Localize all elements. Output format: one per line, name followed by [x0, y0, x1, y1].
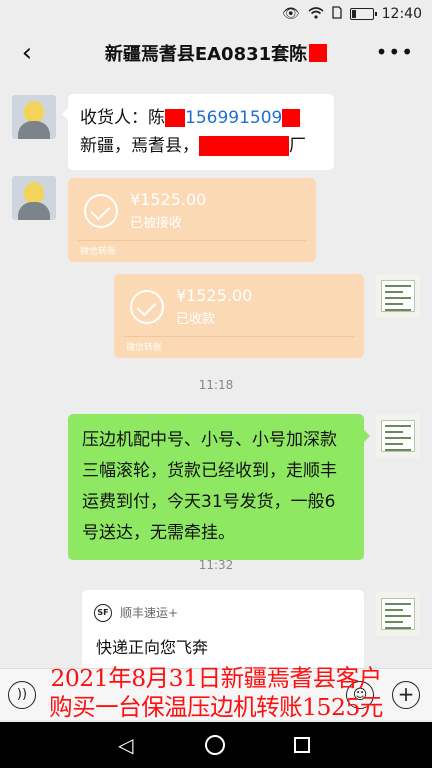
battery-icon	[349, 8, 377, 20]
transfer-status: 已收款	[176, 312, 216, 327]
sf-express-card[interactable]: SF 顺丰速运+ 快递正向您飞奔	[82, 590, 364, 670]
my-avatar[interactable]	[376, 592, 420, 636]
address-line-1: 收货人：陈 156991509	[80, 104, 322, 132]
redaction-box	[309, 44, 328, 62]
sim-icon	[331, 6, 342, 22]
chat-title: 新疆焉耆县EA0831套陈	[105, 40, 328, 66]
status-time: 12:40	[381, 6, 422, 22]
my-avatar[interactable]	[376, 274, 420, 318]
timestamp: 11:18	[198, 378, 234, 392]
sf-card-name: 顺丰速运+	[120, 606, 179, 620]
divider	[78, 240, 306, 241]
my-avatar[interactable]	[376, 414, 420, 458]
chevron-left-icon[interactable]: ‹	[12, 36, 42, 70]
transfer-amount: ¥1525.00	[130, 190, 207, 209]
contact-avatar[interactable]	[12, 176, 56, 220]
system-nav-bar: ◁	[0, 722, 432, 768]
redaction-box	[199, 136, 289, 156]
shipping-note-message: 压边机配中号、小号、小号加深款三幅滚轮，货款已经收到，走顺丰运费到付，今天31号…	[68, 414, 370, 560]
sf-card-message: 快递正向您飞奔	[96, 638, 209, 657]
nav-back-icon[interactable]: ◁	[118, 734, 133, 756]
chat-header: ‹ 新疆焉耆县EA0831套陈 •••	[0, 28, 432, 78]
redaction-box	[165, 109, 185, 127]
phone-link[interactable]: 156991509	[185, 108, 282, 128]
nav-recents-icon[interactable]	[294, 737, 310, 753]
transfer-footer: 微信转账	[126, 343, 163, 353]
status-bar: 👁 12:40	[0, 0, 432, 28]
redaction-box	[282, 109, 301, 127]
address-message: 收货人：陈 156991509 新疆，焉耆县，厂	[62, 94, 334, 170]
transfer-card-received[interactable]: ¥1525.00 已被接收 微信转账	[68, 178, 316, 262]
transfer-status: 已被接收	[130, 216, 183, 231]
check-circle-icon	[84, 194, 118, 228]
more-dots-icon[interactable]: •••	[376, 40, 414, 64]
timestamp: 11:32	[198, 558, 234, 572]
caption-line-1: 2021年8月31日新疆焉耆县客户	[50, 664, 382, 692]
caption-line-2: 购买一台保温压边机转账1525元	[49, 693, 383, 721]
divider	[124, 336, 354, 337]
address-line-2: 新疆，焉耆县，厂	[80, 136, 306, 156]
nav-home-icon[interactable]	[205, 735, 225, 755]
overlay-caption: 2021年8月31日新疆焉耆县客户 购买一台保温压边机转账1525元	[0, 664, 432, 722]
contact-avatar[interactable]	[12, 95, 56, 139]
transfer-footer: 微信转账	[80, 247, 117, 257]
wifi-icon	[308, 6, 324, 22]
eye-icon: 👁	[281, 6, 300, 22]
sf-logo-icon: SF	[94, 604, 112, 622]
check-circle-icon	[130, 290, 164, 324]
transfer-card-collected[interactable]: ¥1525.00 已收款 微信转账	[114, 274, 364, 358]
transfer-amount: ¥1525.00	[176, 286, 253, 305]
